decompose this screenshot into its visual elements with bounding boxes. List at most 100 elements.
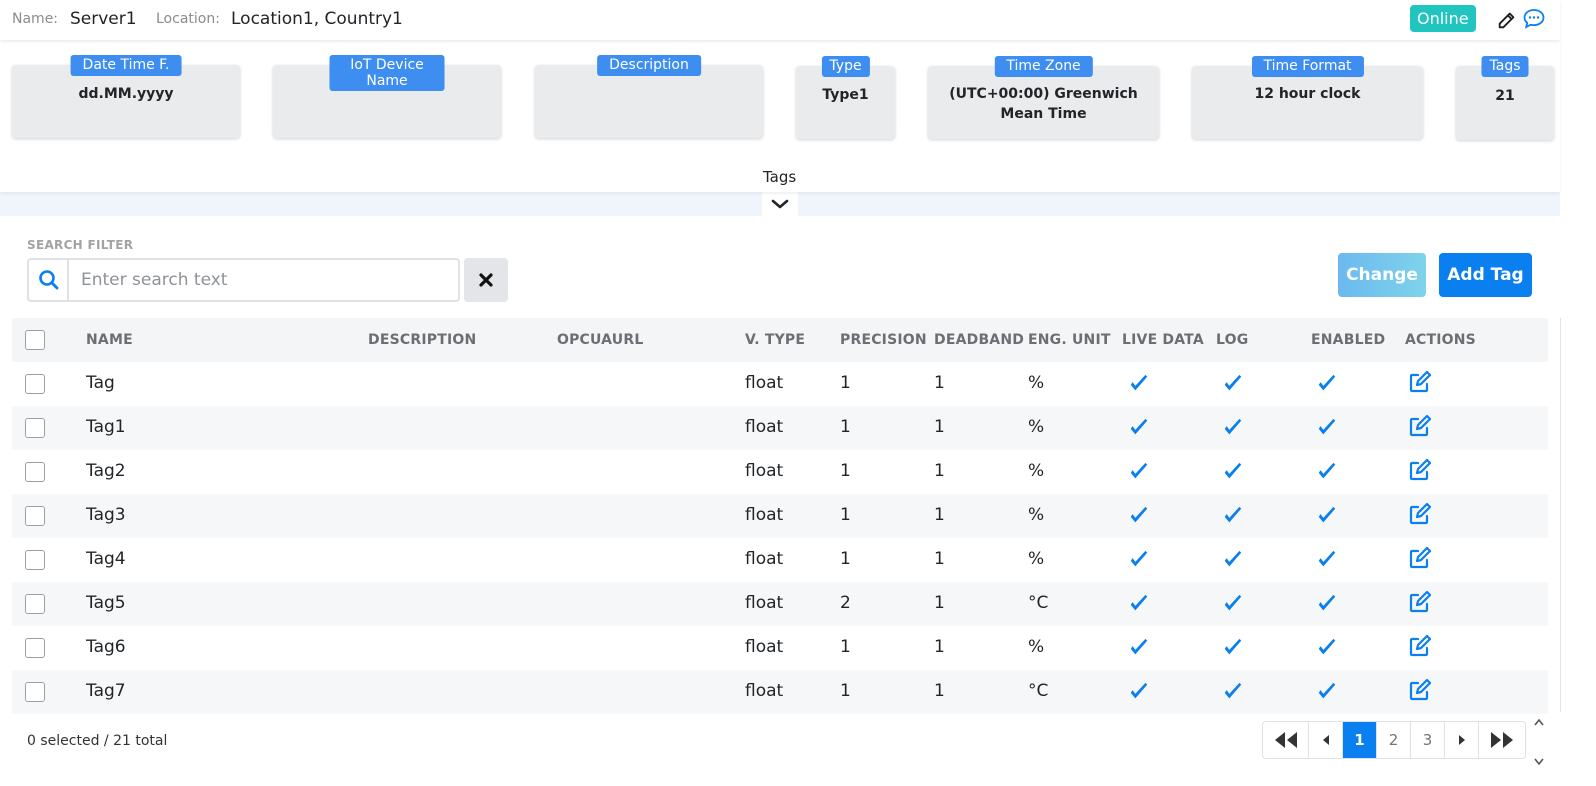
log-check-icon — [1222, 373, 1244, 395]
row-checkbox[interactable] — [25, 638, 45, 658]
cell-precision: 1 — [840, 681, 851, 701]
info-card-iot-device-name: IoT Device Name — [273, 55, 501, 138]
log-check-icon — [1222, 505, 1244, 527]
top-bar: Name: Server1 Location: Location1, Count… — [0, 0, 1560, 40]
add-tag-button[interactable]: Add Tag — [1439, 253, 1532, 297]
caret-left-icon — [1322, 735, 1329, 745]
status-badge: Online — [1410, 5, 1476, 32]
column-header-log[interactable]: LOG — [1216, 332, 1248, 348]
column-header-enabled[interactable]: ENABLED — [1311, 332, 1385, 348]
edit-row-icon[interactable] — [1407, 370, 1432, 395]
cell-vtype: float — [745, 461, 784, 481]
search-input[interactable] — [71, 260, 457, 300]
page-1-button[interactable]: 1 — [1343, 722, 1377, 758]
double-arrow-right-icon — [1491, 732, 1513, 748]
live-data-check-icon — [1128, 593, 1150, 615]
edit-icon[interactable] — [1496, 9, 1518, 31]
prev-page-button[interactable] — [1309, 722, 1343, 758]
column-header-deadband[interactable]: DEADBAND — [934, 332, 1024, 348]
cell-vtype: float — [745, 593, 784, 613]
cell-vtype: float — [745, 637, 784, 657]
clear-search-button[interactable] — [464, 258, 508, 302]
enabled-check-icon — [1316, 637, 1338, 659]
comment-icon[interactable] — [1522, 7, 1545, 29]
search-filter-label: SEARCH FILTER — [27, 238, 134, 252]
name-value: Server1 — [70, 9, 137, 29]
log-check-icon — [1222, 461, 1244, 483]
live-data-check-icon — [1128, 681, 1150, 703]
column-header-opcuaurl[interactable]: OPCUAURL — [557, 332, 643, 348]
section-divider — [0, 192, 1560, 216]
enabled-check-icon — [1316, 417, 1338, 439]
cell-vtype: float — [745, 505, 784, 525]
cell-precision: 1 — [840, 637, 851, 657]
table-row[interactable]: Tag4 float 1 1% — [12, 538, 1548, 582]
card-value: Type1 — [822, 87, 869, 103]
column-header-precision[interactable]: PRECISION — [840, 332, 927, 348]
table-row[interactable]: Tag float 1 1% — [12, 362, 1548, 406]
cell-precision: 1 — [840, 505, 851, 525]
row-checkbox[interactable] — [25, 374, 45, 394]
table-row[interactable]: Tag7 float 1 1 °C — [12, 670, 1548, 714]
table-row[interactable]: Tag5 float 2 1 °C — [12, 582, 1548, 626]
log-check-icon — [1222, 681, 1244, 703]
card-title: Time Format — [1251, 56, 1364, 77]
column-header-eng-unit[interactable]: ENG. UNIT — [1028, 332, 1111, 348]
first-page-button[interactable] — [1263, 722, 1309, 758]
page-3-button[interactable]: 3 — [1411, 722, 1445, 758]
edit-row-icon[interactable] — [1407, 546, 1432, 571]
row-checkbox[interactable] — [25, 418, 45, 438]
scrollbar[interactable] — [1530, 712, 1548, 772]
edit-row-icon[interactable] — [1407, 458, 1432, 483]
row-checkbox[interactable] — [25, 682, 45, 702]
edit-row-icon[interactable] — [1407, 414, 1432, 439]
column-header-name[interactable]: NAME — [86, 332, 133, 348]
cell-deadband: 1 — [934, 593, 945, 613]
change-button[interactable]: Change — [1338, 253, 1426, 297]
column-header-actions: ACTIONS — [1405, 332, 1476, 348]
row-checkbox[interactable] — [25, 594, 45, 614]
tags-toggle-label[interactable]: Tags — [763, 168, 796, 186]
page-2-button[interactable]: 2 — [1377, 722, 1411, 758]
cell-name: Tag7 — [86, 681, 126, 701]
live-data-check-icon — [1128, 505, 1150, 527]
tags-toggle-button[interactable] — [762, 192, 798, 216]
scroll-arrows-icon — [1534, 718, 1544, 766]
edit-row-icon[interactable] — [1407, 634, 1432, 659]
edit-row-icon[interactable] — [1407, 590, 1432, 615]
next-page-button[interactable] — [1445, 722, 1479, 758]
cell-eng-unit: °C — [1028, 593, 1049, 613]
cell-deadband: 1 — [934, 637, 945, 657]
search-group — [27, 258, 460, 302]
row-checkbox[interactable] — [25, 506, 45, 526]
table-row[interactable]: Tag1 float 1 1% — [12, 406, 1548, 450]
table-row[interactable]: Tag3 float 1 1% — [12, 494, 1548, 538]
select-all-checkbox[interactable] — [25, 330, 45, 350]
card-title: Tags — [1481, 56, 1529, 77]
cell-vtype: float — [745, 681, 784, 701]
log-check-icon — [1222, 417, 1244, 439]
live-data-check-icon — [1128, 637, 1150, 659]
cell-eng-unit: % — [1028, 417, 1045, 437]
last-page-button[interactable] — [1479, 722, 1525, 758]
card-title: IoT Device Name — [329, 55, 445, 91]
enabled-check-icon — [1316, 549, 1338, 571]
edit-row-icon[interactable] — [1407, 678, 1432, 703]
edit-row-icon[interactable] — [1407, 502, 1432, 527]
cell-vtype: float — [745, 373, 784, 393]
live-data-check-icon — [1128, 549, 1150, 571]
table-row[interactable]: Tag2 float 1 1% — [12, 450, 1548, 494]
selection-summary: 0 selected / 21 total — [27, 733, 168, 749]
column-header-vtype[interactable]: V. TYPE — [745, 332, 805, 348]
cell-deadband: 1 — [934, 417, 945, 437]
row-checkbox[interactable] — [25, 550, 45, 570]
search-icon[interactable] — [29, 260, 69, 300]
column-header-description[interactable]: DESCRIPTION — [368, 332, 476, 348]
row-checkbox[interactable] — [25, 462, 45, 482]
table-scroll-track — [1560, 318, 1561, 712]
enabled-check-icon — [1316, 461, 1338, 483]
card-value: (UTC+00:00) Greenwich Mean Time — [949, 86, 1138, 122]
table-row[interactable]: Tag6 float 1 1% — [12, 626, 1548, 670]
table-body: Tag float 1 1% Tag1 float 1 1% Tag2 float 1 1% Tag3 f… — [12, 362, 1548, 714]
column-header-live-data[interactable]: LIVE DATA — [1122, 332, 1204, 348]
